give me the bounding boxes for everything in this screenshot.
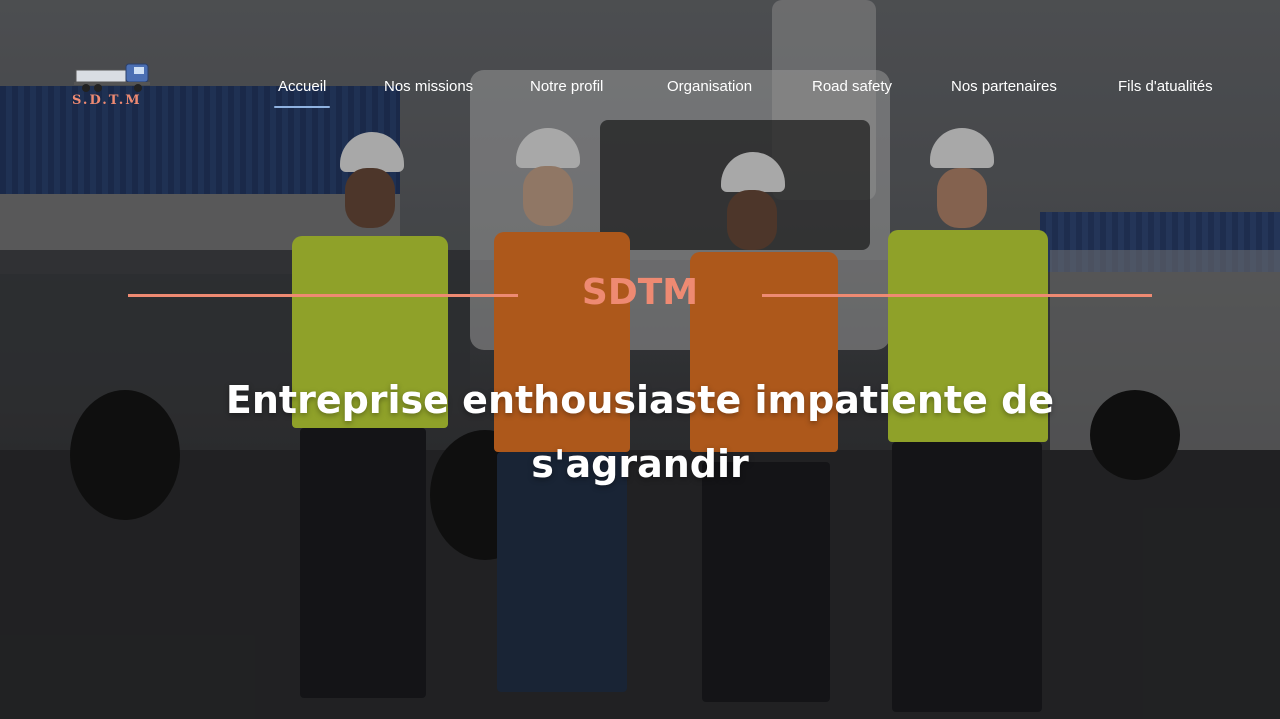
nav-item-road-safety[interactable]: Road safety <box>812 78 892 95</box>
nav-item-nos-missions[interactable]: Nos missions <box>384 78 473 95</box>
nav-item-nos-partenaires[interactable]: Nos partenaires <box>951 78 1057 95</box>
hero-brand-title: SDTM <box>581 272 699 313</box>
main-navigation: Accueil Nos missions Notre profil Organi… <box>0 78 1280 114</box>
hero-section: S.D.T.M Accueil Nos missions Notre profi… <box>0 0 1280 719</box>
title-rule-right <box>762 294 1152 297</box>
title-rule-left <box>128 294 518 297</box>
nav-item-fils-actualites[interactable]: Fils d'atualités <box>1118 78 1213 95</box>
nav-item-organisation[interactable]: Organisation <box>667 78 752 95</box>
hero-title-row: SDTM <box>0 272 1280 322</box>
nav-item-accueil[interactable]: Accueil <box>273 78 331 108</box>
nav-item-notre-profil[interactable]: Notre profil <box>530 78 603 95</box>
hero-headline: Entreprise enthousiaste impatiente de s'… <box>225 378 1055 486</box>
